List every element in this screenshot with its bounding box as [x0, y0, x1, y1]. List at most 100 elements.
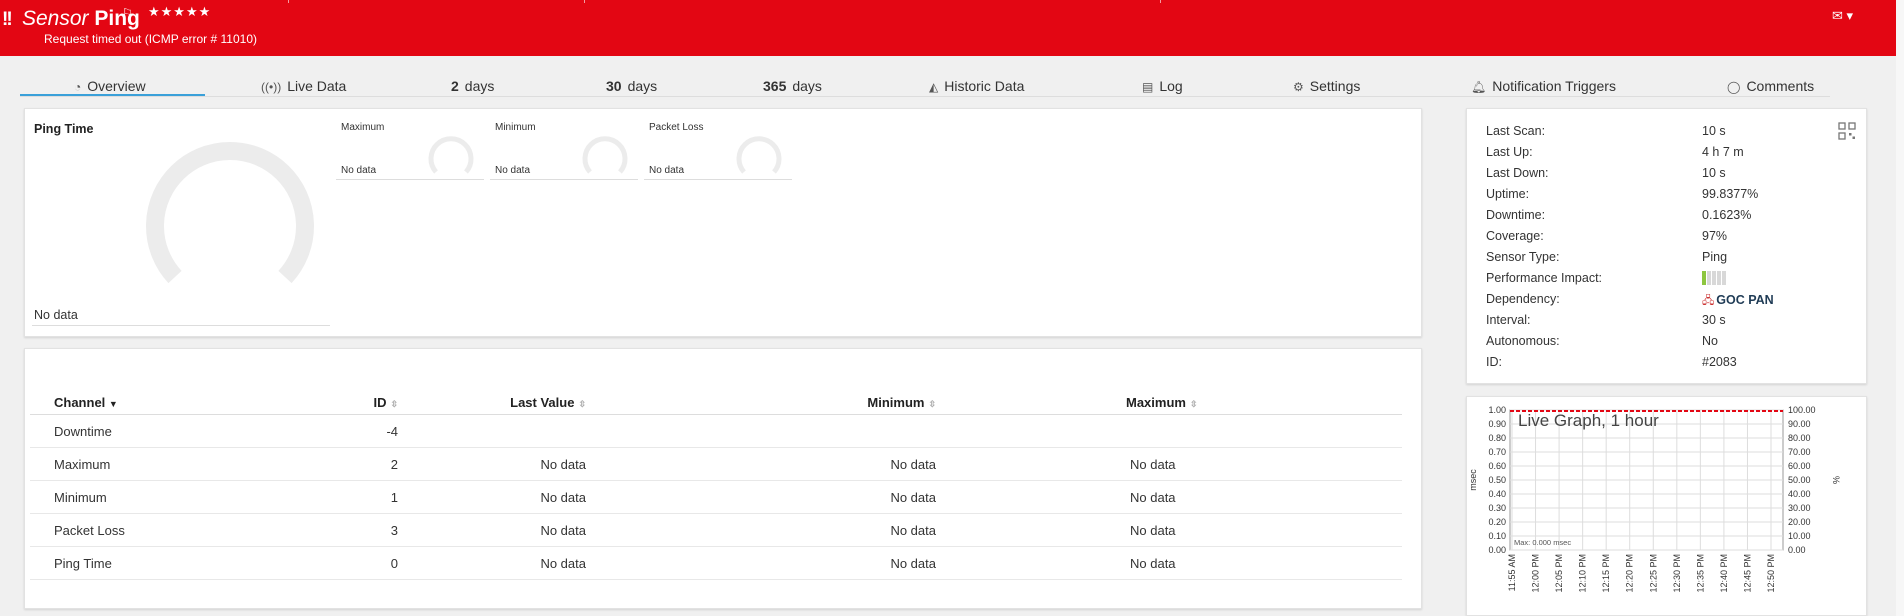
channel-name[interactable]: Ping Time — [30, 546, 264, 580]
status-error-icon: !! — [2, 9, 13, 30]
y-tick-label-left: 0.70 — [1488, 447, 1506, 457]
maximum-gauge-title: Maximum — [341, 122, 385, 133]
y-tick-label-left: 0.10 — [1488, 531, 1506, 541]
flag-icon[interactable]: ⚐ — [122, 6, 133, 20]
priority-stars[interactable]: ★★★★★ — [148, 4, 211, 20]
y-tick-label-right: 20.00 — [1788, 517, 1811, 527]
tab-30-days[interactable]: 30 days — [606, 78, 657, 94]
table-row[interactable]: Ping Time 0 No data No data No data — [30, 546, 1402, 580]
table-row[interactable]: Maximum 2 No data No data No data — [30, 447, 1402, 481]
qr-code-icon[interactable] — [1838, 122, 1856, 140]
x-tick-label: 12:30 PM — [1672, 554, 1682, 593]
table-row[interactable]: Downtime -4 — [30, 414, 1402, 448]
column-label: Minimum — [867, 394, 925, 410]
info-label-uptime: Uptime: — [1486, 187, 1530, 201]
envelope-icon[interactable]: ✉ ▾ — [1832, 8, 1853, 24]
channel-id: 1 — [264, 480, 404, 514]
y-tick-label-left: 0.30 — [1488, 503, 1506, 513]
info-value-last-down: 10 s — [1702, 166, 1726, 180]
dependency-link[interactable]: 🖧︎ GOC PAN — [1702, 292, 1774, 311]
x-tick-label: 12:00 PM — [1531, 554, 1541, 593]
tab-365-days[interactable]: 365 days — [763, 78, 822, 94]
info-value-last-up: 4 h 7 m — [1702, 145, 1744, 159]
tab-live-data[interactable]: ((•)) Live Data — [261, 78, 346, 94]
x-tick-label: 12:10 PM — [1578, 554, 1588, 593]
tab-label: days — [627, 78, 658, 94]
tab-label: Notification Triggers — [1492, 78, 1616, 94]
gauge-underline — [644, 179, 792, 180]
ping-time-gauge-value: No data — [34, 308, 78, 322]
tab-historic-data[interactable]: ◭ Historic Data — [929, 78, 1024, 94]
packet-loss-gauge[interactable] — [736, 132, 782, 174]
channel-minimum: No data — [752, 447, 1100, 481]
maximum-gauge[interactable] — [428, 132, 474, 174]
column-header-id[interactable]: ID ⇳ — [264, 390, 404, 415]
info-value-id: #2083 — [1702, 355, 1737, 369]
channel-name[interactable]: Packet Loss — [30, 513, 264, 547]
tab-number: 2 — [451, 78, 459, 94]
tab-label: Overview — [87, 78, 146, 94]
tab-label: Log — [1159, 78, 1183, 94]
tab-2-days[interactable]: 2 days — [451, 78, 494, 94]
info-value-last-scan: 10 s — [1702, 124, 1726, 138]
channel-name[interactable]: Minimum — [30, 480, 264, 514]
minimum-gauge-value: No data — [495, 165, 531, 176]
tab-divider — [20, 96, 1830, 97]
column-header-minimum[interactable]: Minimum ⇳ — [752, 390, 1100, 415]
tab-settings[interactable]: ⚙ Settings — [1293, 78, 1360, 94]
sort-desc-icon: ▼ — [108, 398, 118, 409]
sensor-name: Ping — [94, 7, 140, 30]
column-label: ID — [373, 394, 387, 410]
info-label-sensor-type: Sensor Type: — [1486, 250, 1560, 264]
column-header-last-value[interactable]: Last Value ⇳ — [404, 390, 752, 415]
bell-icon: 🔔︎ — [1471, 80, 1487, 94]
minimum-gauge[interactable] — [582, 132, 628, 174]
ping-time-gauge[interactable] — [145, 138, 315, 288]
tab-label: days — [464, 78, 495, 94]
column-header-maximum[interactable]: Maximum ⇳ — [1100, 390, 1402, 415]
sort-icon: ⇳ — [928, 398, 936, 409]
tab-label: days — [792, 78, 822, 94]
channel-name[interactable]: Maximum — [30, 447, 264, 481]
performance-impact-meter — [1702, 271, 1726, 285]
channel-id: -4 — [264, 414, 404, 448]
table-row[interactable]: Minimum 1 No data No data No data — [30, 480, 1402, 514]
page-scrollbar[interactable] — [1896, 0, 1904, 616]
channel-maximum: No data — [1100, 546, 1402, 580]
tab-label: Settings — [1309, 78, 1361, 94]
sort-icon: ⇳ — [390, 398, 398, 409]
maximum-gauge-value: No data — [341, 165, 377, 176]
y-tick-label-left: 0.90 — [1488, 419, 1506, 429]
tab-notification-triggers[interactable]: 🔔︎ Notification Triggers — [1471, 78, 1616, 94]
header-divider — [288, 0, 289, 3]
live-graph-max-label: Max: 0.000 msec — [1514, 538, 1571, 547]
y-tick-label-left: 0.80 — [1488, 433, 1506, 443]
channel-minimum: No data — [752, 513, 1100, 547]
gauge-underline — [32, 325, 330, 326]
sort-icon: ⇳ — [578, 398, 586, 409]
y-tick-label-right: 0.00 — [1788, 545, 1806, 555]
tab-bar: ◔ Overview ((•)) Live Data 2 days 30 days 36… — [0, 56, 1904, 98]
y-tick-label-left: 1.00 — [1488, 405, 1506, 415]
x-tick-label: 12:25 PM — [1648, 554, 1658, 593]
tab-number: 365 — [763, 78, 787, 94]
active-tab-indicator — [20, 94, 205, 96]
channel-name[interactable]: Downtime — [30, 414, 264, 448]
packet-loss-gauge-value: No data — [649, 165, 685, 176]
channel-id: 0 — [264, 546, 404, 580]
column-header-channel[interactable]: Channel ▼ — [30, 390, 264, 415]
tab-log[interactable]: ▤ Log — [1142, 78, 1183, 94]
x-tick-label: 12:50 PM — [1766, 554, 1776, 593]
tab-comments[interactable]: ◯ Comments — [1727, 78, 1814, 94]
y-axis-unit-right: % — [1831, 476, 1841, 484]
live-graph[interactable]: 1.00 0.90 0.80 0.70 0.60 0.50 0.40 0.30 0.20 0.10… — [1466, 396, 1865, 614]
channel-minimum: No data — [752, 480, 1100, 514]
table-row[interactable]: Packet Loss 3 No data No data No data — [30, 513, 1402, 547]
x-tick-label: 12:15 PM — [1601, 554, 1611, 593]
channel-last-value: No data — [404, 513, 752, 547]
channel-maximum: No data — [1100, 447, 1402, 481]
info-label-dependency: Dependency: — [1486, 292, 1560, 306]
y-tick-label-right: 90.00 — [1788, 419, 1811, 429]
tab-overview[interactable]: ◔ Overview — [74, 78, 146, 94]
impact-bar-filled — [1702, 271, 1706, 285]
